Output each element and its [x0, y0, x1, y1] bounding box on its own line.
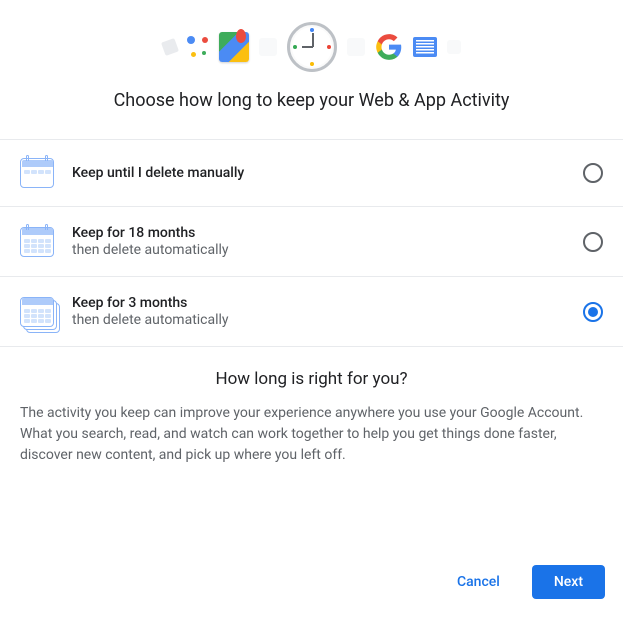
radio-button[interactable] — [583, 302, 603, 322]
option-title: Keep until I delete manually — [72, 165, 565, 181]
option-text: Keep until I delete manually — [72, 165, 565, 181]
placeholder-icon — [447, 40, 461, 54]
tag-icon — [161, 38, 179, 56]
dialog: Choose how long to keep your Web & App A… — [0, 0, 623, 627]
option-keep-18-months[interactable]: Keep for 18 months then delete automatic… — [0, 207, 623, 277]
clock-icon — [287, 22, 337, 72]
info-body: The activity you keep can improve your e… — [20, 403, 603, 466]
calendar-stack-icon — [20, 297, 54, 327]
assistant-icon — [187, 36, 209, 58]
header-icons — [0, 0, 623, 80]
maps-icon — [219, 32, 249, 62]
news-icon — [413, 37, 437, 57]
option-text: Keep for 3 months then delete automatica… — [72, 295, 565, 328]
calendar-icon — [20, 227, 54, 257]
option-subtitle: then delete automatically — [72, 242, 565, 258]
option-keep-3-months[interactable]: Keep for 3 months then delete automatica… — [0, 277, 623, 347]
google-g-icon — [375, 33, 403, 61]
option-keep-manual[interactable]: Keep until I delete manually — [0, 140, 623, 207]
info-section: How long is right for you? The activity … — [0, 347, 623, 474]
page-title: Choose how long to keep your Web & App A… — [0, 80, 623, 139]
calendar-icon — [20, 158, 54, 188]
option-title: Keep for 18 months — [72, 225, 565, 241]
radio-button[interactable] — [583, 163, 603, 183]
radio-button[interactable] — [583, 232, 603, 252]
option-subtitle: then delete automatically — [72, 312, 565, 328]
option-title: Keep for 3 months — [72, 295, 565, 311]
options-list: Keep until I delete manually Keep for 18… — [0, 139, 623, 347]
placeholder-icon — [259, 38, 277, 56]
footer: Cancel Next — [0, 549, 623, 627]
cancel-button[interactable]: Cancel — [435, 565, 522, 599]
info-title: How long is right for you? — [20, 369, 603, 389]
placeholder-icon — [347, 38, 365, 56]
next-button[interactable]: Next — [532, 565, 605, 599]
option-text: Keep for 18 months then delete automatic… — [72, 225, 565, 258]
